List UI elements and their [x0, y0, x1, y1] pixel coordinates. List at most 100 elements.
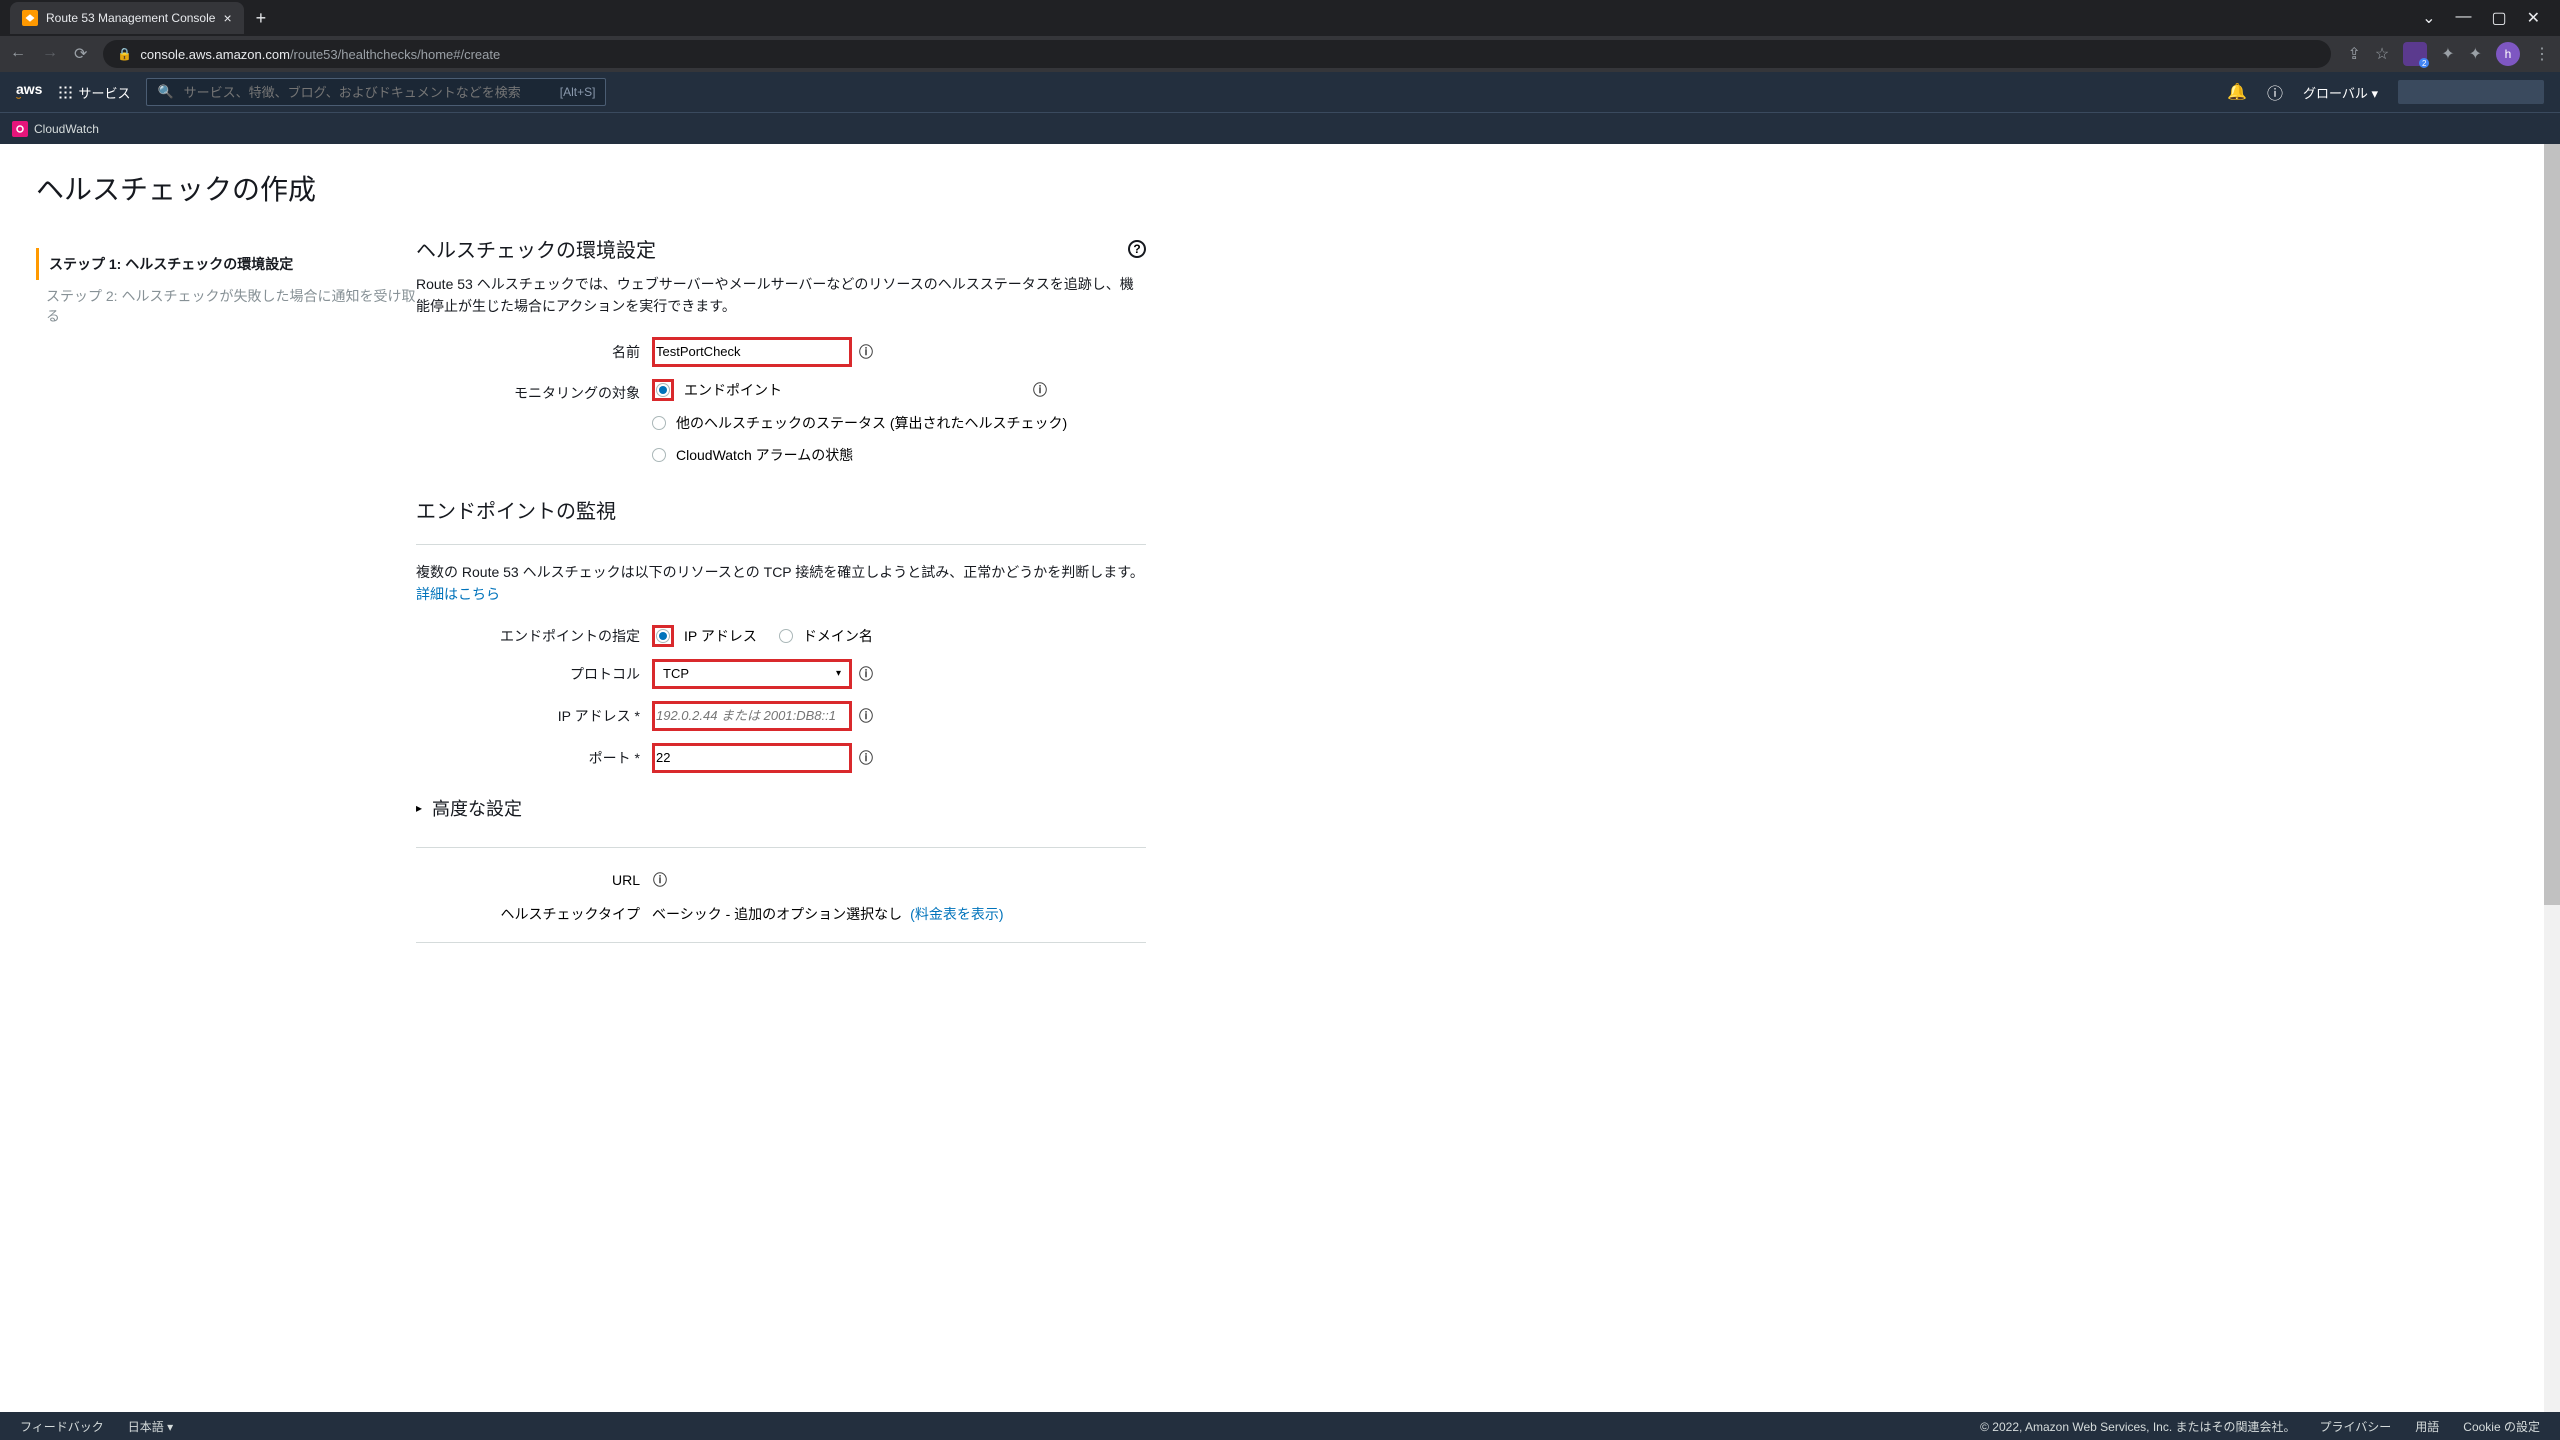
browser-chrome: Route 53 Management Console × + ⌄ — ▢ ✕ … — [0, 0, 2560, 72]
maximize-icon[interactable]: ▢ — [2491, 8, 2506, 28]
cloudwatch-icon — [12, 121, 28, 137]
row-monitor: モニタリングの対象 エンドポイント 他のヘルスチェックのステータス (算出された… — [416, 373, 1146, 471]
services-menu[interactable]: サービス — [58, 83, 130, 102]
route53-favicon — [22, 10, 38, 26]
profile-avatar[interactable]: h — [2496, 42, 2520, 66]
address-bar-right: ⇪ ☆ ✦ ✦ h ⋮ — [2347, 42, 2550, 66]
url-path: /route53/healthchecks/home#/create — [290, 47, 500, 62]
grid-icon — [58, 85, 72, 99]
chevron-down-icon[interactable]: ⌄ — [2422, 8, 2435, 28]
new-tab-button[interactable]: + — [244, 8, 279, 29]
menu-icon[interactable]: ⋮ — [2534, 44, 2550, 64]
name-input[interactable] — [652, 337, 852, 367]
close-window-icon[interactable]: ✕ — [2527, 8, 2540, 28]
extension-icon[interactable] — [2403, 42, 2427, 66]
feedback-link[interactable]: フィードバック — [20, 1418, 104, 1435]
row-protocol: プロトコル TCP — [416, 653, 1146, 695]
row-ip: IP アドレス * — [416, 695, 1146, 737]
search-shortcut: [Alt+S] — [560, 85, 596, 99]
footer: フィードバック 日本語 ▾ © 2022, Amazon Web Service… — [0, 1412, 2560, 1440]
help-icon[interactable]: ⓘ — [2267, 80, 2283, 104]
url-info-icon[interactable] — [652, 872, 668, 888]
section-2-desc: 複数の Route 53 ヘルスチェックは以下のリソースとの TCP 接続を確立… — [416, 561, 1146, 619]
language-selector[interactable]: 日本語 ▾ — [128, 1418, 173, 1435]
section-2-header: エンドポイントの監視 — [416, 471, 1146, 534]
aws-header: aws ⌣ サービス 🔍 [Alt+S] 🔔 ⓘ グローバル ▾ — [0, 72, 2560, 112]
section-1-header: ヘルスチェックの環境設定 ? — [416, 218, 1146, 273]
port-input[interactable] — [652, 743, 852, 773]
radio-cw-alarm[interactable]: CloudWatch アラームの状態 — [652, 445, 853, 465]
tab-close-icon[interactable]: × — [223, 10, 231, 26]
section-1-title: ヘルスチェックの環境設定 — [416, 234, 656, 263]
radio-ip[interactable]: IP アドレス — [652, 625, 757, 647]
share-icon[interactable]: ⇪ — [2347, 44, 2360, 64]
account-menu[interactable] — [2398, 80, 2544, 104]
notifications-icon[interactable]: 🔔 — [2227, 82, 2247, 102]
ip-label: IP アドレス * — [416, 706, 652, 726]
url-host: console.aws.amazon.com — [140, 47, 290, 62]
protocol-info-icon[interactable] — [858, 666, 874, 682]
section-2-title: エンドポイントの監視 — [416, 495, 616, 524]
aws-logo[interactable]: aws ⌣ — [16, 81, 42, 103]
radio-other-hc[interactable]: 他のヘルスチェックのステータス (算出されたヘルスチェック) — [652, 413, 1067, 433]
protocol-select[interactable]: TCP — [652, 659, 852, 689]
form-area: ヘルスチェックの環境設定 ? Route 53 ヘルスチェックでは、ウェブサーバ… — [416, 218, 1146, 959]
region-selector[interactable]: グローバル ▾ — [2303, 83, 2378, 102]
cookies-link[interactable]: Cookie の設定 — [2463, 1418, 2540, 1435]
port-label: ポート * — [416, 748, 652, 768]
monitor-info-icon[interactable] — [1032, 382, 1048, 398]
search-field[interactable] — [184, 85, 550, 100]
reload-icon[interactable]: ⟳ — [74, 44, 87, 64]
section-1-desc: Route 53 ヘルスチェックでは、ウェブサーバーやメールサーバーなどのリソー… — [416, 273, 1146, 331]
name-label: 名前 — [416, 342, 652, 362]
browser-tab[interactable]: Route 53 Management Console × — [10, 2, 244, 34]
row-url: URL — [416, 864, 1146, 896]
step-2[interactable]: ステップ 2: ヘルスチェックが失敗した場合に通知を受け取る — [36, 280, 416, 332]
divider — [416, 544, 1146, 545]
nav-buttons: ← → ⟳ — [10, 44, 87, 64]
radio-domain[interactable]: ドメイン名 — [779, 626, 873, 646]
advanced-settings-expander[interactable]: 高度な設定 — [416, 779, 1146, 837]
extension-icon-2[interactable]: ✦ — [2441, 44, 2454, 64]
minimize-icon[interactable]: — — [2455, 8, 2471, 28]
privacy-link[interactable]: プライバシー — [2320, 1418, 2392, 1435]
name-info-icon[interactable] — [858, 344, 874, 360]
services-label: サービス — [78, 83, 130, 102]
copyright: © 2022, Amazon Web Services, Inc. またはその関… — [1980, 1418, 2295, 1435]
radio-endpoint[interactable]: エンドポイント — [652, 379, 1048, 401]
specify-label: エンドポイントの指定 — [416, 626, 652, 646]
divider-2 — [416, 847, 1146, 848]
radio-other-hc-input — [652, 416, 666, 430]
radio-endpoint-input — [656, 383, 670, 397]
step-1[interactable]: ステップ 1: ヘルスチェックの環境設定 — [36, 248, 416, 280]
type-label: ヘルスチェックタイプ — [416, 904, 652, 924]
section-help-icon[interactable]: ? — [1128, 240, 1146, 258]
back-icon[interactable]: ← — [10, 44, 26, 64]
protocol-label: プロトコル — [416, 664, 652, 684]
wizard-steps: ステップ 1: ヘルスチェックの環境設定 ステップ 2: ヘルスチェックが失敗し… — [36, 218, 416, 959]
learn-more-link[interactable]: 詳細はこちら — [416, 586, 500, 602]
divider-3 — [416, 942, 1146, 943]
port-info-icon[interactable] — [858, 750, 874, 766]
tab-bar: Route 53 Management Console × + ⌄ — ▢ ✕ — [0, 0, 2560, 36]
url-box[interactable]: 🔒 console.aws.amazon.com/route53/healthc… — [103, 40, 2331, 68]
row-specify: エンドポイントの指定 IP アドレス ドメイン名 — [416, 619, 1146, 653]
radio-ip-input — [656, 629, 670, 643]
cloudwatch-link[interactable]: CloudWatch — [34, 122, 99, 136]
extensions-menu-icon[interactable]: ✦ — [2469, 44, 2482, 64]
ip-info-icon[interactable] — [858, 708, 874, 724]
search-input[interactable]: 🔍 [Alt+S] — [146, 78, 606, 106]
pricing-link[interactable]: (料金表を表示) — [910, 904, 1003, 924]
scrollbar[interactable] — [2544, 144, 2560, 1412]
star-icon[interactable]: ☆ — [2375, 44, 2389, 64]
header-right: 🔔 ⓘ グローバル ▾ — [2227, 80, 2544, 104]
terms-link[interactable]: 用語 — [2415, 1418, 2439, 1435]
ip-input[interactable] — [652, 701, 852, 731]
lock-icon: 🔒 — [117, 47, 132, 61]
row-port: ポート * — [416, 737, 1146, 779]
forward-icon[interactable]: → — [42, 44, 58, 64]
content-row: ステップ 1: ヘルスチェックの環境設定 ステップ 2: ヘルスチェックが失敗し… — [0, 218, 2560, 959]
monitor-label: モニタリングの対象 — [416, 379, 652, 403]
tab-title: Route 53 Management Console — [46, 11, 215, 25]
window-controls: ⌄ — ▢ ✕ — [2422, 8, 2560, 28]
